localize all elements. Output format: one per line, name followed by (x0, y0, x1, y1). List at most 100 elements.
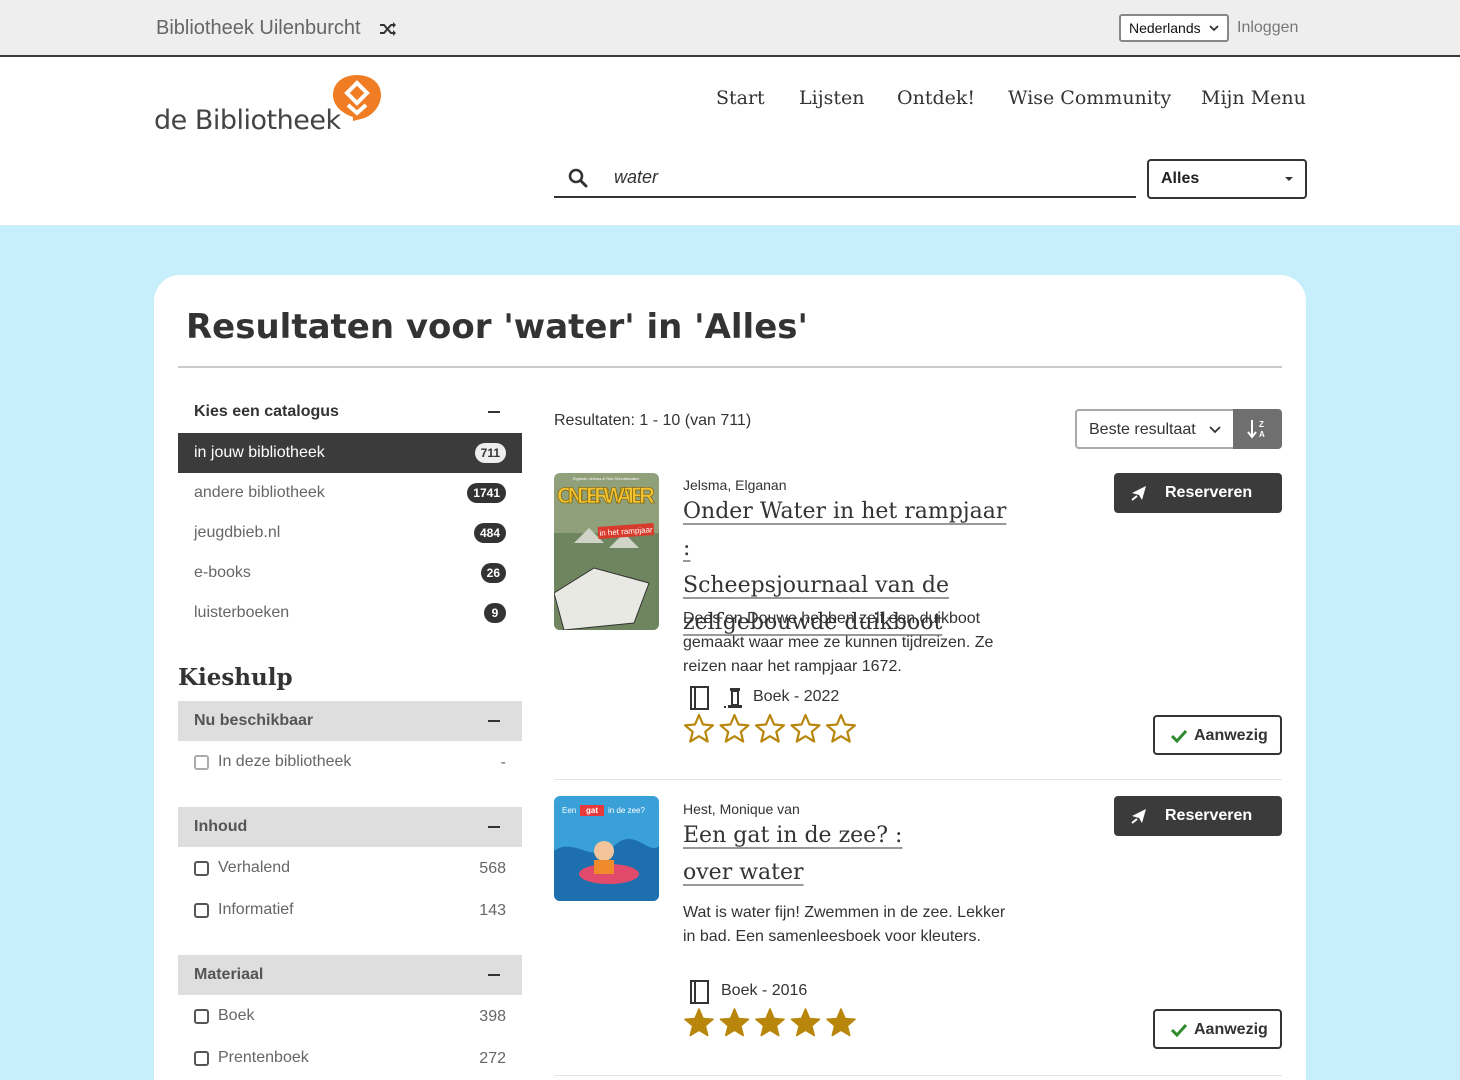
logo-text[interactable]: de Bibliotheek (154, 105, 341, 136)
svg-text:A: A (1259, 430, 1265, 439)
rating-stars-icon (684, 1008, 856, 1037)
checkbox[interactable] (194, 755, 209, 770)
search-value: water (614, 167, 659, 187)
filter-count: 272 (479, 1050, 506, 1067)
login-link[interactable]: Inloggen (1237, 19, 1298, 37)
result-meta: Boek - 2016 (683, 979, 883, 1009)
catalogue-item-e-books[interactable]: e-books 26 (178, 553, 522, 593)
facet-inhoud[interactable]: Inhoud (178, 807, 522, 847)
catalogue-item-luisterboeken[interactable]: luisterboeken 9 (178, 593, 522, 633)
sort-descending-icon: Z A (1247, 420, 1265, 439)
result-title-line[interactable]: over water (683, 860, 804, 885)
search-input[interactable]: water (554, 158, 1136, 198)
reserve-icon (1131, 486, 1146, 501)
sort-direction-button[interactable]: Z A (1233, 409, 1282, 449)
result-title-line[interactable]: Een gat in de zee? : (683, 823, 902, 848)
result-title-line[interactable]: Scheepsjournaal van de (683, 573, 949, 598)
nav-start[interactable]: Start (716, 87, 765, 109)
facet-nu-beschikbaar[interactable]: Nu beschikbaar (178, 701, 522, 741)
catalogue-item-andere-bibliotheek[interactable]: andere bibliotheek 1741 (178, 473, 522, 513)
availability-button[interactable]: Aanwezig (1153, 715, 1282, 755)
rating-stars[interactable] (683, 713, 863, 745)
result-title-line[interactable]: Onder Water in het rampjaar : (683, 499, 1006, 561)
result-item: Elganan Jelsma & Rob Schuitemaker ONDER … (554, 473, 1282, 773)
result-author[interactable]: Hest, Monique van (683, 801, 800, 817)
count-badge: 484 (473, 523, 506, 543)
catalogue-item-jouw-bibliotheek[interactable]: in jouw bibliotheek 711 (178, 433, 522, 473)
catalogue-heading[interactable]: Kies een catalogus (178, 392, 522, 432)
filter-count: - (500, 754, 506, 771)
result-format-year: Boek - 2022 (753, 688, 840, 705)
catalogue-item-label: in jouw bibliotheek (194, 444, 325, 461)
reserve-button[interactable]: Reserveren (1114, 473, 1282, 513)
nav-wise-community[interactable]: Wise Community (1008, 87, 1171, 109)
filter-label: Prentenboek (218, 1049, 309, 1066)
filter-prentenboek[interactable]: Prentenboek 272 (178, 1048, 522, 1078)
book-cover-image[interactable]: Elganan Jelsma & Rob Schuitemaker ONDER … (554, 473, 659, 630)
page-title: Resultaten voor 'water' in 'Alles' (186, 307, 808, 347)
checkbox[interactable] (194, 1009, 209, 1024)
catalogue-item-label: luisterboeken (194, 604, 290, 621)
catalogue-item-jeugdbieb[interactable]: jeugdbieb.nl 484 (178, 513, 522, 553)
result-title[interactable]: Een gat in de zee? : over water (683, 817, 1013, 891)
result-meta: Boek - 2022 (683, 685, 883, 715)
reserve-button[interactable]: Reserveren (1114, 796, 1282, 836)
results-card: Resultaten voor 'water' in 'Alles' Kies … (154, 275, 1306, 1080)
check-icon (1171, 729, 1187, 743)
collapse-icon[interactable] (488, 974, 500, 976)
facet-materiaal[interactable]: Materiaal (178, 955, 522, 995)
filter-label: Verhalend (218, 859, 291, 876)
catalogue-item-label: jeugdbieb.nl (194, 524, 281, 541)
top-bar: Bibliotheek Uilenburcht Nederlands Inlog… (0, 0, 1460, 57)
nav-ontdek[interactable]: Ontdek! (897, 87, 975, 109)
checkbox[interactable] (194, 1051, 209, 1066)
reserve-icon (1131, 809, 1146, 824)
filter-informatief[interactable]: Informatief 143 (178, 900, 522, 930)
result-description: Wat is water fijn! Zwemmen in de zee. Le… (683, 904, 1006, 945)
collapse-icon[interactable] (488, 720, 500, 722)
filter-label: Informatief (218, 901, 294, 918)
bibliotheek-logo-icon[interactable] (331, 73, 383, 123)
filter-label: Boek (218, 1007, 255, 1024)
language-select[interactable]: Nederlands (1119, 14, 1229, 42)
cover-title-a: Een (562, 806, 576, 815)
caret-down-icon (1285, 177, 1293, 181)
result-author[interactable]: Jelsma, Elganan (683, 477, 787, 493)
library-name[interactable]: Bibliotheek Uilenburcht (156, 17, 361, 40)
result-format-year: Boek - 2016 (721, 982, 808, 999)
search-icon[interactable] (568, 168, 588, 188)
catalogue-item-label: andere bibliotheek (194, 484, 325, 501)
search-scope-select[interactable]: Alles (1147, 159, 1307, 199)
language-value: Nederlands (1129, 20, 1201, 36)
book-icon (690, 686, 709, 710)
cover-title: ONDER WATER (557, 483, 655, 508)
filter-boek[interactable]: Boek 398 (178, 1006, 522, 1036)
availability-button[interactable]: Aanwezig (1153, 1009, 1282, 1049)
cover-title-b: gat (586, 806, 598, 815)
book-cover-image[interactable]: Een gat in de zee? (554, 796, 659, 901)
count-badge: 9 (484, 603, 506, 623)
rating-stars[interactable] (683, 1007, 863, 1039)
cover-title-c: in de zee? (608, 806, 645, 815)
library-building-icon (724, 688, 742, 708)
availability-label: Aanwezig (1194, 1021, 1268, 1038)
filter-count: 398 (479, 1008, 506, 1025)
results-count: Resultaten: 1 - 10 (van 711) (554, 412, 752, 429)
collapse-icon[interactable] (488, 826, 500, 828)
filter-label: In deze bibliotheek (218, 753, 352, 770)
sort-select[interactable]: Beste resultaat (1075, 409, 1235, 449)
sort-value: Beste resultaat (1089, 421, 1196, 438)
collapse-icon[interactable] (488, 411, 500, 413)
result-divider (554, 1075, 1282, 1076)
nav-mijn-menu[interactable]: Mijn Menu (1201, 87, 1306, 109)
catalogue-heading-label: Kies een catalogus (194, 403, 339, 420)
rating-stars-icon (683, 713, 857, 743)
availability-label: Aanwezig (1194, 727, 1268, 744)
count-badge: 1741 (467, 483, 506, 503)
checkbox[interactable] (194, 903, 209, 918)
nav-lijsten[interactable]: Lijsten (799, 87, 864, 109)
shuffle-icon[interactable] (378, 20, 398, 38)
checkbox[interactable] (194, 861, 209, 876)
filter-in-deze-bibliotheek[interactable]: In deze bibliotheek - (178, 752, 522, 782)
filter-verhalend[interactable]: Verhalend 568 (178, 858, 522, 888)
